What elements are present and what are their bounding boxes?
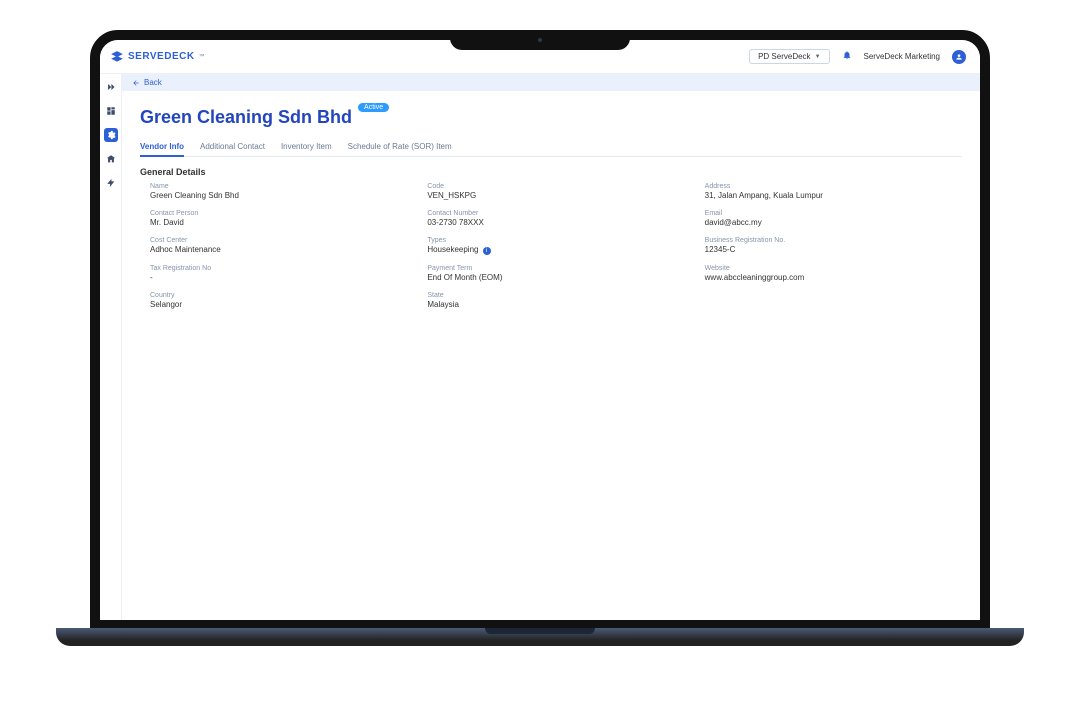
- field-value: www.abccleaninggroup.com: [705, 273, 962, 282]
- field-label: Contact Number: [427, 210, 684, 217]
- field-label: Code: [427, 183, 684, 190]
- user-avatar[interactable]: [952, 50, 966, 64]
- sidebar-building-icon[interactable]: [104, 152, 118, 166]
- field-value: VEN_HSKPG: [427, 191, 684, 200]
- field-value: -: [150, 273, 407, 282]
- device-lip: [485, 628, 595, 634]
- sidebar: [100, 74, 122, 620]
- app-screen: SERVEDECK ™ PD ServeDeck ▼ ServeDeck Mark…: [100, 40, 980, 620]
- tabs: Vendor Info Additional Contact Inventory…: [140, 138, 962, 157]
- stack-icon: [110, 50, 124, 64]
- arrow-left-icon: [132, 79, 140, 87]
- sidebar-dashboard-icon[interactable]: [104, 104, 118, 118]
- app-body: Back Green Cleaning Sdn Bhd Active Vendo…: [100, 74, 980, 620]
- sidebar-expand-icon[interactable]: [104, 80, 118, 94]
- tab-additional-contact[interactable]: Additional Contact: [200, 138, 265, 156]
- tab-inventory-item[interactable]: Inventory Item: [281, 138, 332, 156]
- tab-sor-item[interactable]: Schedule of Rate (SOR) Item: [348, 138, 452, 156]
- brand-mark: ™: [199, 54, 206, 60]
- status-badge: Active: [358, 103, 389, 112]
- field-address: Address 31, Jalan Ampang, Kuala Lumpur: [705, 183, 962, 200]
- sidebar-bolt-icon[interactable]: [104, 176, 118, 190]
- back-button[interactable]: Back: [122, 74, 980, 91]
- details-grid: Name Green Cleaning Sdn Bhd Code VEN_HSK…: [140, 183, 962, 309]
- field-business-reg: Business Registration No. 12345-C: [705, 237, 962, 255]
- field-label: Country: [150, 292, 407, 299]
- org-selector-label: PD ServeDeck: [758, 52, 810, 61]
- field-contact-number: Contact Number 03-2730 78XXX: [427, 210, 684, 227]
- field-value: Green Cleaning Sdn Bhd: [150, 191, 407, 200]
- field-value: Selangor: [150, 300, 407, 309]
- page-title: Green Cleaning Sdn Bhd: [140, 107, 352, 128]
- notifications-icon[interactable]: [842, 50, 852, 63]
- org-selector[interactable]: PD ServeDeck ▼: [749, 49, 829, 64]
- user-name: ServeDeck Marketing: [864, 52, 940, 61]
- main: Back Green Cleaning Sdn Bhd Active Vendo…: [122, 74, 980, 620]
- field-value: Housekeeping i: [427, 245, 684, 255]
- section-title: General Details: [140, 167, 962, 177]
- field-label: Types: [427, 237, 684, 244]
- field-name: Name Green Cleaning Sdn Bhd: [150, 183, 407, 200]
- field-value: david@abcc.my: [705, 218, 962, 227]
- field-label: Name: [150, 183, 407, 190]
- info-icon[interactable]: i: [483, 247, 491, 255]
- sidebar-settings-icon[interactable]: [104, 128, 118, 142]
- field-label: Address: [705, 183, 962, 190]
- field-value: 31, Jalan Ampang, Kuala Lumpur: [705, 191, 962, 200]
- types-value: Housekeeping: [427, 245, 478, 254]
- brand-name: SERVEDECK: [128, 51, 195, 62]
- field-cost-center: Cost Center Adhoc Maintenance: [150, 237, 407, 255]
- back-label: Back: [144, 78, 162, 87]
- field-email: Email david@abcc.my: [705, 210, 962, 227]
- device-notch: [450, 30, 630, 50]
- field-label: Contact Person: [150, 210, 407, 217]
- field-value: Adhoc Maintenance: [150, 245, 407, 254]
- field-state: State Malaysia: [427, 292, 684, 309]
- field-label: Tax Registration No: [150, 265, 407, 272]
- field-country: Country Selangor: [150, 292, 407, 309]
- brand-logo[interactable]: SERVEDECK ™: [110, 50, 205, 64]
- field-types: Types Housekeeping i: [427, 237, 684, 255]
- field-payment-term: Payment Term End Of Month (EOM): [427, 265, 684, 282]
- device-frame: SERVEDECK ™ PD ServeDeck ▼ ServeDeck Mark…: [90, 30, 990, 630]
- field-label: Business Registration No.: [705, 237, 962, 244]
- topbar-right: PD ServeDeck ▼ ServeDeck Marketing: [749, 49, 966, 64]
- tab-vendor-info[interactable]: Vendor Info: [140, 138, 184, 157]
- field-label: State: [427, 292, 684, 299]
- field-label: Cost Center: [150, 237, 407, 244]
- field-value: Malaysia: [427, 300, 684, 309]
- field-label: Email: [705, 210, 962, 217]
- field-value: 12345-C: [705, 245, 962, 254]
- field-label: Website: [705, 265, 962, 272]
- field-contact-person: Contact Person Mr. David: [150, 210, 407, 227]
- field-value: End Of Month (EOM): [427, 273, 684, 282]
- title-row: Green Cleaning Sdn Bhd Active: [140, 107, 962, 128]
- field-website: Website www.abccleaninggroup.com: [705, 265, 962, 282]
- field-value: Mr. David: [150, 218, 407, 227]
- chevron-down-icon: ▼: [815, 54, 821, 60]
- field-code: Code VEN_HSKPG: [427, 183, 684, 200]
- field-tax-reg: Tax Registration No -: [150, 265, 407, 282]
- content: Green Cleaning Sdn Bhd Active Vendor Inf…: [122, 91, 980, 319]
- field-label: Payment Term: [427, 265, 684, 272]
- field-value: 03-2730 78XXX: [427, 218, 684, 227]
